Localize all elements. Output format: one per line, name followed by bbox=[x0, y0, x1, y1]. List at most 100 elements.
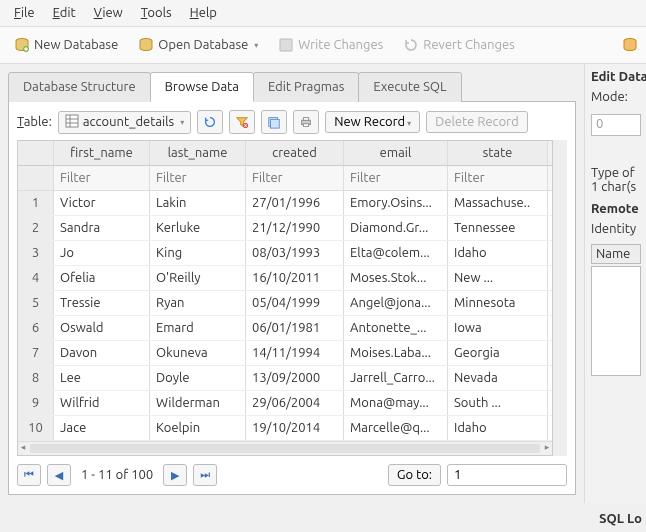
cell-first-name[interactable]: Ofelia bbox=[54, 266, 150, 290]
table-row[interactable]: 9WilfridWilderman29/06/2004Mona@may...So… bbox=[18, 391, 552, 416]
cell-last-name[interactable]: O'Reilly bbox=[150, 266, 246, 290]
table-select[interactable]: account_details ▾ bbox=[58, 111, 191, 134]
cell-created[interactable]: 06/01/1981 bbox=[246, 316, 344, 340]
h-scrollbar[interactable]: ◂ ▸ bbox=[18, 441, 552, 455]
cell-email[interactable]: Moises.Laba... bbox=[344, 341, 448, 365]
cell-created[interactable]: 13/09/2000 bbox=[246, 366, 344, 390]
col-created[interactable]: created bbox=[246, 141, 344, 165]
cell-created[interactable]: 16/10/2011 bbox=[246, 266, 344, 290]
cell-last-name[interactable]: King bbox=[150, 241, 246, 265]
cell-email[interactable]: Jarrell_Carro... bbox=[344, 366, 448, 390]
cell-first-name[interactable]: Tressie bbox=[54, 291, 150, 315]
cell-state[interactable]: South ... bbox=[448, 391, 548, 415]
goto-input[interactable] bbox=[447, 464, 567, 486]
cell-last-name[interactable]: Emard bbox=[150, 316, 246, 340]
cell-email[interactable]: Mona@may... bbox=[344, 391, 448, 415]
menu-help[interactable]: Help bbox=[182, 3, 225, 23]
col-last-name[interactable]: last_name bbox=[150, 141, 246, 165]
print-button[interactable] bbox=[293, 110, 319, 134]
name-box[interactable] bbox=[591, 266, 641, 376]
cell-email[interactable]: Elta@colem... bbox=[344, 241, 448, 265]
cell-email[interactable]: Diamond.Gr... bbox=[344, 216, 448, 240]
table-row[interactable]: 6OswaldEmard06/01/1981Antonette_...Iowa bbox=[18, 316, 552, 341]
table-row[interactable]: 4OfeliaO'Reilly16/10/2011Moses.Stok...Ne… bbox=[18, 266, 552, 291]
tab-pragmas[interactable]: Edit Pragmas bbox=[253, 72, 359, 102]
cell-created[interactable]: 14/11/1994 bbox=[246, 341, 344, 365]
cell-state[interactable]: Georgia bbox=[448, 341, 548, 365]
last-page-button[interactable]: ⏭ bbox=[193, 464, 217, 486]
refresh-button[interactable] bbox=[197, 110, 223, 134]
cell-first-name[interactable]: Jo bbox=[54, 241, 150, 265]
cell-last-name[interactable]: Doyle bbox=[150, 366, 246, 390]
cell-first-name[interactable]: Sandra bbox=[54, 216, 150, 240]
cell-email[interactable]: Angel@jona... bbox=[344, 291, 448, 315]
col-first-name[interactable]: first_name bbox=[54, 141, 150, 165]
tab-structure[interactable]: Database Structure bbox=[8, 72, 151, 102]
cell-state[interactable]: Minnesota bbox=[448, 291, 548, 315]
cell-email[interactable]: Moses.Stok... bbox=[344, 266, 448, 290]
table-row[interactable]: 8LeeDoyle13/09/2000Jarrell_Carro...Nevad… bbox=[18, 366, 552, 391]
prev-page-button[interactable]: ◀ bbox=[47, 464, 71, 486]
cell-last-name[interactable]: Ryan bbox=[150, 291, 246, 315]
export-button[interactable] bbox=[261, 110, 287, 134]
filter-state[interactable] bbox=[454, 171, 541, 185]
cell-created[interactable]: 05/04/1999 bbox=[246, 291, 344, 315]
chevron-down-icon[interactable]: ▾ bbox=[254, 41, 258, 50]
filter-created[interactable] bbox=[252, 171, 337, 185]
filter-last-name[interactable] bbox=[156, 171, 239, 185]
cell-created[interactable]: 29/06/2004 bbox=[246, 391, 344, 415]
cell-email[interactable]: Antonette_... bbox=[344, 316, 448, 340]
clear-filter-button[interactable] bbox=[229, 110, 255, 134]
cell-last-name[interactable]: Okuneva bbox=[150, 341, 246, 365]
menu-view[interactable]: View bbox=[86, 3, 131, 23]
cell-last-name[interactable]: Kerluke bbox=[150, 216, 246, 240]
cell-state[interactable]: Nevada bbox=[448, 366, 548, 390]
table-row[interactable]: 5TressieRyan05/04/1999Angel@jona...Minne… bbox=[18, 291, 552, 316]
menu-file[interactable]: File bbox=[6, 3, 43, 23]
cell-created[interactable]: 21/12/1990 bbox=[246, 216, 344, 240]
table-row[interactable]: 1VictorLakin27/01/1996Emory.Osins...Mass… bbox=[18, 191, 552, 216]
open-database-button[interactable]: Open Database ▾ bbox=[132, 33, 264, 57]
table-row[interactable]: 10JaceKoelpin19/10/2014Marcelle@q...Idah… bbox=[18, 416, 552, 441]
tab-execute-sql[interactable]: Execute SQL bbox=[358, 72, 461, 102]
table-row[interactable]: 3JoKing08/03/1993Elta@colem...Idaho bbox=[18, 241, 552, 266]
v-scrollbar[interactable] bbox=[553, 140, 567, 456]
first-page-button[interactable]: ⏮ bbox=[17, 464, 41, 486]
cell-email[interactable]: Emory.Osins... bbox=[344, 191, 448, 215]
new-record-button[interactable]: New Record▾ bbox=[325, 111, 420, 133]
table-row[interactable]: 7DavonOkuneva14/11/1994Moises.Laba...Geo… bbox=[18, 341, 552, 366]
new-database-button[interactable]: New Database bbox=[8, 33, 124, 57]
cell-first-name[interactable]: Wilfrid bbox=[54, 391, 150, 415]
cell-last-name[interactable]: Koelpin bbox=[150, 416, 246, 440]
menu-tools[interactable]: Tools bbox=[133, 3, 180, 23]
goto-button[interactable]: Go to: bbox=[388, 464, 441, 486]
filter-email[interactable] bbox=[350, 171, 441, 185]
cell-state[interactable]: Tennessee bbox=[448, 216, 548, 240]
mode-input[interactable]: 0 bbox=[591, 114, 641, 136]
cell-first-name[interactable]: Victor bbox=[54, 191, 150, 215]
cell-created[interactable]: 08/03/1993 bbox=[246, 241, 344, 265]
cell-email[interactable]: Marcelle@q... bbox=[344, 416, 448, 440]
table-row[interactable]: 2SandraKerluke21/12/1990Diamond.Gr...Ten… bbox=[18, 216, 552, 241]
cell-state[interactable]: New ... bbox=[448, 266, 548, 290]
filter-first-name[interactable] bbox=[60, 171, 143, 185]
cell-last-name[interactable]: Wilderman bbox=[150, 391, 246, 415]
cell-created[interactable]: 27/01/1996 bbox=[246, 191, 344, 215]
cell-first-name[interactable]: Oswald bbox=[54, 316, 150, 340]
cell-state[interactable]: Idaho bbox=[448, 241, 548, 265]
tab-browse-data[interactable]: Browse Data bbox=[150, 72, 254, 102]
next-page-button[interactable]: ▶ bbox=[163, 464, 187, 486]
menu-edit[interactable]: Edit bbox=[45, 3, 84, 23]
cell-last-name[interactable]: Lakin bbox=[150, 191, 246, 215]
data-grid: first_name last_name created email state bbox=[17, 140, 553, 456]
col-state[interactable]: state bbox=[448, 141, 548, 165]
cell-first-name[interactable]: Davon bbox=[54, 341, 150, 365]
cell-state[interactable]: Idaho bbox=[448, 416, 548, 440]
col-email[interactable]: email bbox=[344, 141, 448, 165]
cell-state[interactable]: Iowa bbox=[448, 316, 548, 340]
cell-first-name[interactable]: Lee bbox=[54, 366, 150, 390]
rownum-header[interactable] bbox=[18, 141, 54, 165]
cell-created[interactable]: 19/10/2014 bbox=[246, 416, 344, 440]
cell-first-name[interactable]: Jace bbox=[54, 416, 150, 440]
cell-state[interactable]: Massachuse.. bbox=[448, 191, 548, 215]
